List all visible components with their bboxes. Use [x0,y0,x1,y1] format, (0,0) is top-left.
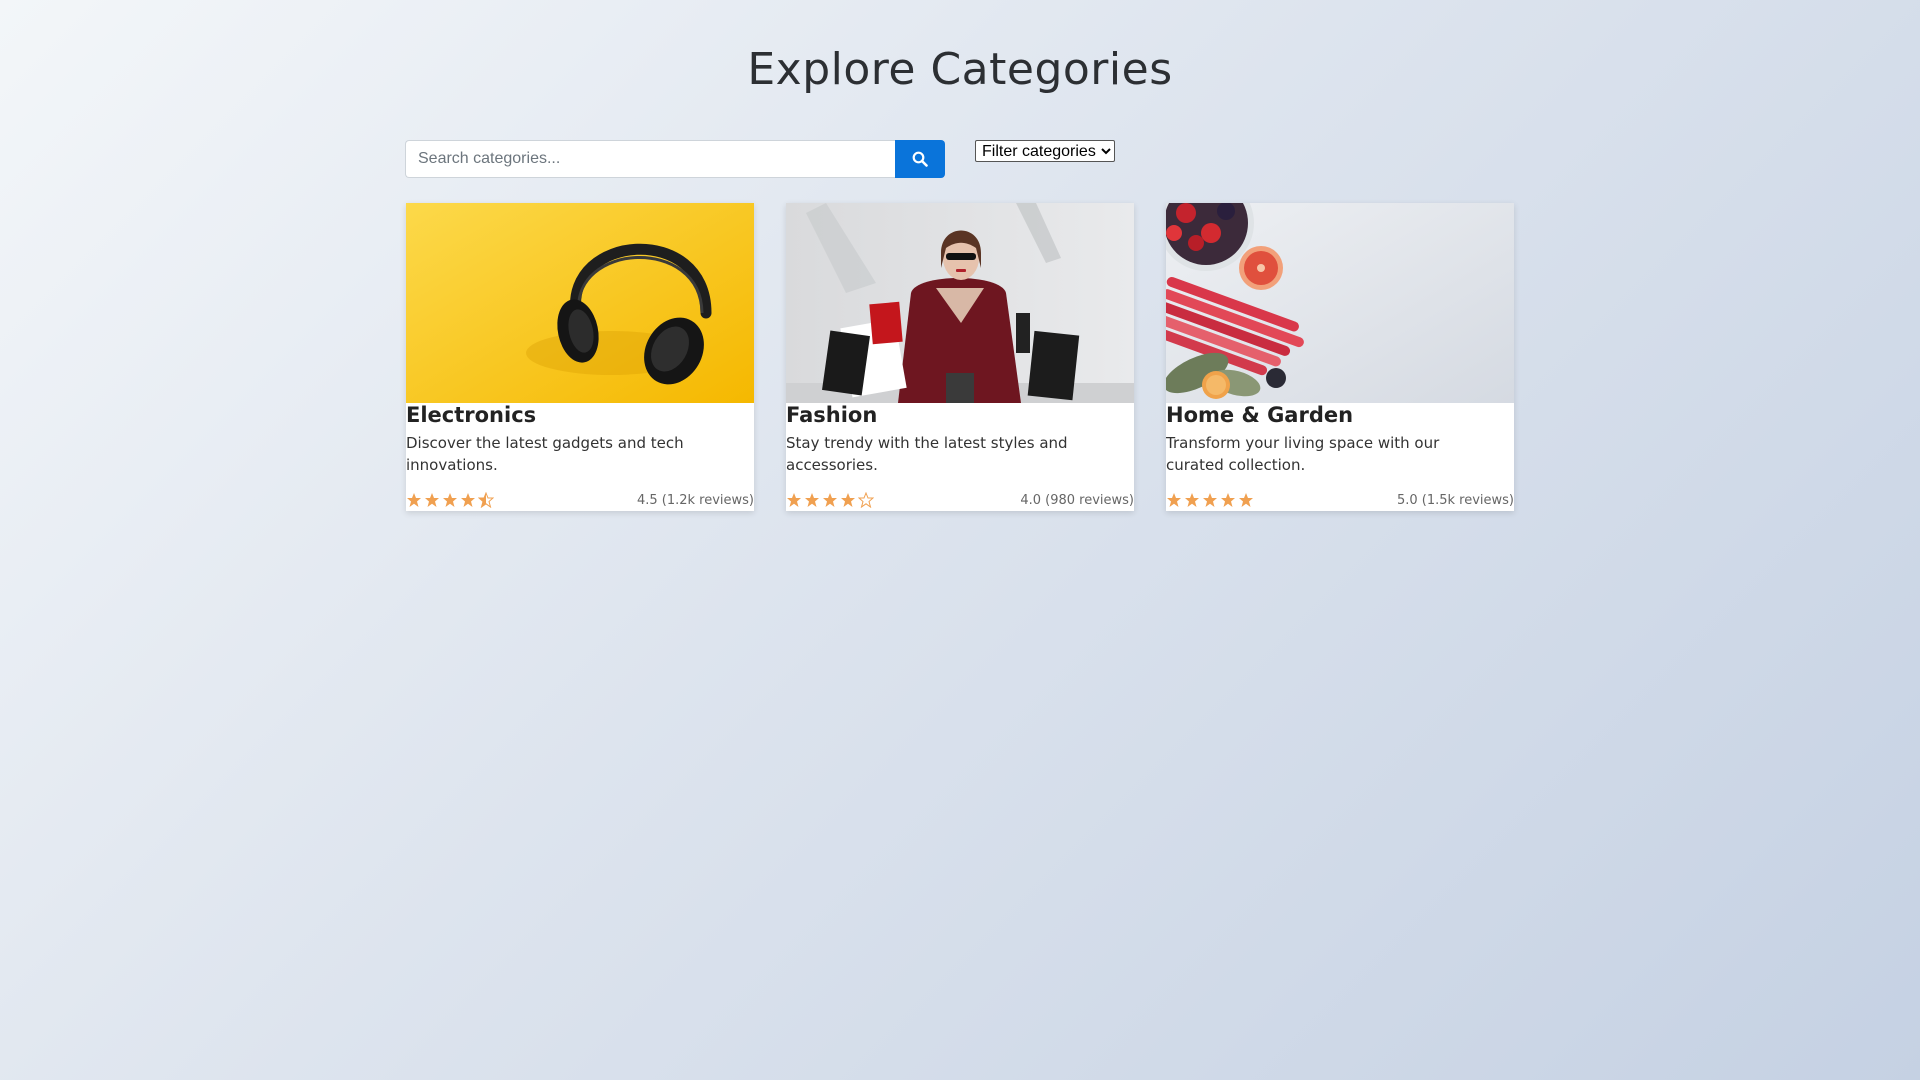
page-title: Explore Categories [747,44,1173,95]
rating-text: 4.0 (980 reviews) [1020,492,1134,508]
star-half-icon [478,492,494,508]
card-rating: 4.5 (1.2k reviews) [406,491,754,509]
card-description: Discover the latest gadgets and tech inn… [406,434,684,474]
star-rating [1166,492,1254,508]
star-full-icon [425,493,439,507]
search-input[interactable] [405,140,895,178]
star-full-icon [443,493,457,507]
card-description: Transform your living space with our cur… [1166,434,1440,474]
star-full-icon [1239,493,1253,507]
star-full-icon [1185,493,1199,507]
search-icon [912,151,928,167]
star-rating [406,492,494,508]
rating-text: 4.5 (1.2k reviews) [636,492,754,508]
star-full-icon [787,493,801,507]
star-empty-icon [858,492,874,508]
search-button[interactable] [895,140,945,178]
category-card-electronics[interactable]: Electronics Discover the latest gadgets … [406,203,754,511]
star-full-icon [461,493,475,507]
category-cards: Electronics Discover the latest gadgets … [406,203,1514,511]
card-description: Stay trendy with the latest styles and a… [786,434,1068,474]
card-title: Home & Garden [1166,403,1354,427]
star-full-icon [805,493,819,507]
category-card-fashion[interactable]: Fashion Stay trendy with the latest styl… [786,203,1134,511]
category-card-home-garden[interactable]: Home & Garden Transform your living spac… [1166,203,1514,511]
star-full-icon [407,493,421,507]
headphones-photo [406,203,754,403]
star-full-icon [1203,493,1217,507]
star-full-icon [823,493,837,507]
filter-select[interactable]: Filter categories [975,140,1115,162]
star-full-icon [841,493,855,507]
star-full-icon [1221,493,1235,507]
card-title: Fashion [786,403,878,427]
card-rating: 5.0 (1.5k reviews) [1166,491,1514,509]
shopping-woman-photo [786,203,1134,403]
search-group [405,140,945,178]
fruits-vegetables-photo [1166,203,1514,403]
card-rating: 4.0 (980 reviews) [786,491,1134,509]
star-full-icon [1167,493,1181,507]
star-rating [786,492,874,508]
card-title: Electronics [406,403,537,427]
rating-text: 5.0 (1.5k reviews) [1396,492,1514,508]
